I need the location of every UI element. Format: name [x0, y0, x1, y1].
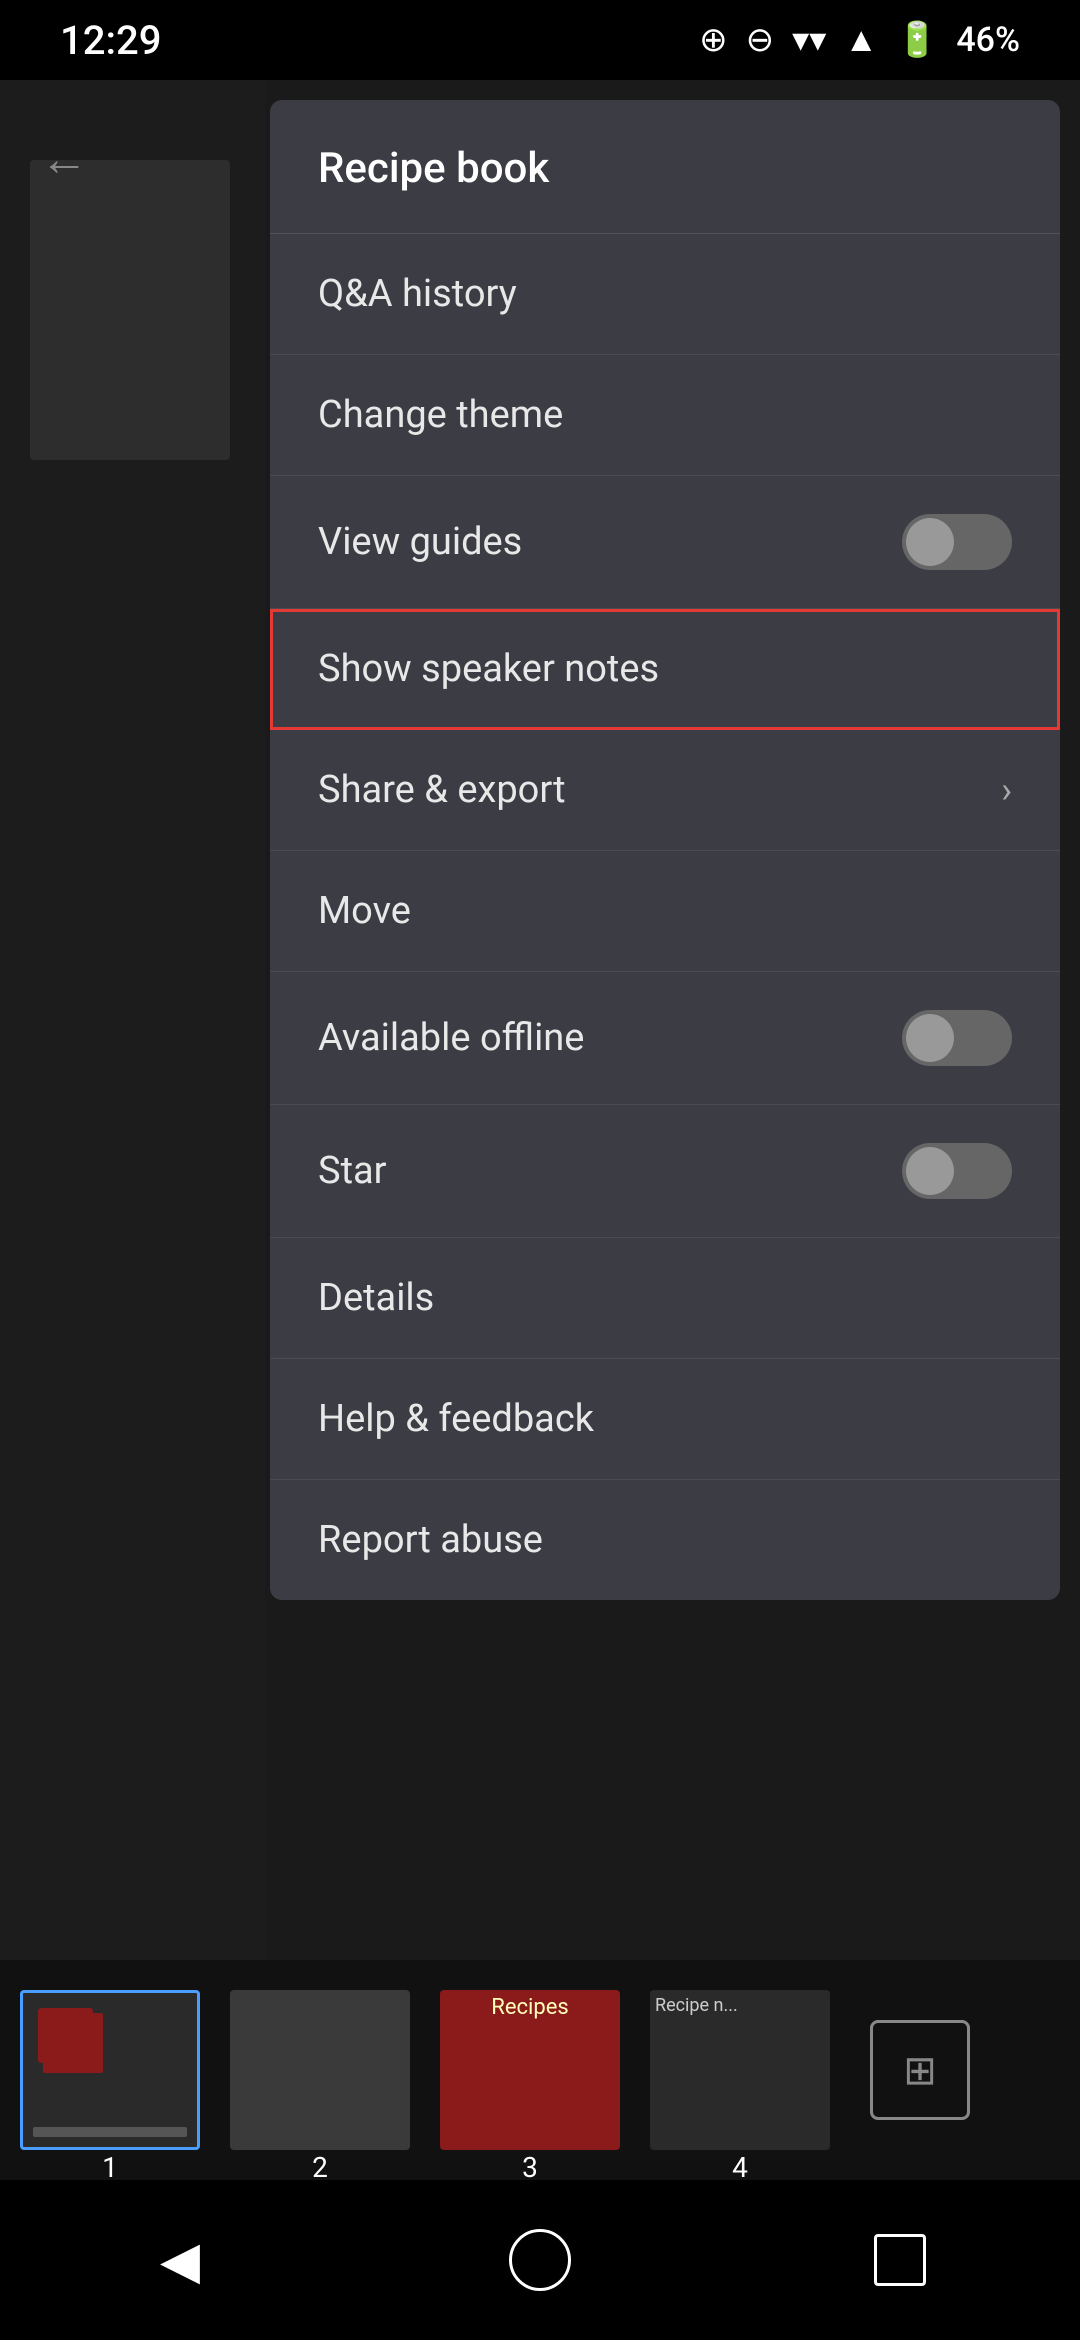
alarm-icon: ⊕ — [699, 20, 728, 60]
menu-item-show-speaker-notes[interactable]: Show speaker notes — [270, 609, 1060, 730]
add-slide-button[interactable]: ⊞ — [870, 2020, 970, 2120]
nav-back-button[interactable]: ◀ — [140, 2220, 220, 2300]
signal-icon: ▲ — [844, 20, 878, 60]
thumbnail-2[interactable] — [230, 1990, 410, 2150]
menu-item-view-guides[interactable]: View guides — [270, 476, 1060, 609]
menu-item-share-export[interactable]: Share & export › — [270, 730, 1060, 851]
menu-item-details[interactable]: Details — [270, 1238, 1060, 1359]
menu-item-label-report-abuse: Report abuse — [318, 1518, 543, 1562]
status-bar: 12:29 ⊕ ⊖ ▾▾ ▲ 🔋 46% — [0, 0, 1080, 80]
chevron-right-icon: › — [1001, 769, 1012, 811]
nav-home-icon — [509, 2229, 571, 2291]
wifi-icon: ▾▾ — [792, 20, 826, 60]
menu-item-qa-history[interactable]: Q&A history — [270, 234, 1060, 355]
menu-item-move[interactable]: Move — [270, 851, 1060, 972]
status-icons: ⊕ ⊖ ▾▾ ▲ 🔋 46% — [699, 20, 1020, 60]
slide-area — [0, 80, 265, 1960]
menu-header: Recipe book — [270, 100, 1060, 234]
menu-item-star[interactable]: Star — [270, 1105, 1060, 1238]
thumbnail-1[interactable] — [20, 1990, 200, 2150]
menu-item-label-change-theme: Change theme — [318, 393, 563, 437]
nav-home-button[interactable] — [500, 2220, 580, 2300]
battery-percentage: 46% — [956, 20, 1020, 60]
toggle-knob — [906, 518, 954, 566]
dnd-icon: ⊖ — [746, 20, 775, 60]
toggle-knob-star — [906, 1147, 954, 1195]
nav-recent-button[interactable] — [860, 2220, 940, 2300]
menu-item-available-offline[interactable]: Available offline — [270, 972, 1060, 1105]
menu-item-label-view-guides: View guides — [318, 520, 522, 564]
star-toggle[interactable] — [902, 1143, 1012, 1199]
menu-item-label-show-speaker-notes: Show speaker notes — [318, 647, 659, 691]
back-button[interactable]: ← — [40, 130, 88, 187]
menu-item-help-feedback[interactable]: Help & feedback — [270, 1359, 1060, 1480]
battery-icon: 🔋 — [896, 20, 938, 60]
status-time: 12:29 — [60, 17, 161, 64]
slide-preview — [30, 160, 230, 460]
thumbnail-4[interactable]: Recipe n... — [650, 1990, 830, 2150]
dropdown-menu: Recipe book Q&A history Change theme Vie… — [270, 100, 1060, 1600]
nav-recent-icon — [874, 2234, 926, 2286]
add-slide-icon: ⊞ — [903, 2047, 937, 2094]
menu-item-label-move: Move — [318, 889, 411, 933]
nav-bar: ◀ — [0, 2180, 1080, 2340]
thumbnail-strip: 1 2 Recipes 3 Recipe n... 4 ⊞ — [0, 1960, 1080, 2180]
toggle-knob-offline — [906, 1014, 954, 1062]
nav-back-icon: ◀ — [160, 2230, 200, 2291]
menu-item-label-star: Star — [318, 1149, 387, 1193]
view-guides-toggle[interactable] — [902, 514, 1012, 570]
menu-title: Recipe book — [318, 144, 549, 193]
menu-item-change-theme[interactable]: Change theme — [270, 355, 1060, 476]
available-offline-toggle[interactable] — [902, 1010, 1012, 1066]
menu-item-label-details: Details — [318, 1276, 434, 1320]
menu-item-report-abuse[interactable]: Report abuse — [270, 1480, 1060, 1600]
menu-item-label-share-export: Share & export — [318, 768, 566, 812]
menu-item-label-available-offline: Available offline — [318, 1016, 584, 1060]
menu-item-label-help-feedback: Help & feedback — [318, 1397, 594, 1441]
menu-item-label-qa-history: Q&A history — [318, 272, 517, 316]
thumbnail-3[interactable]: Recipes — [440, 1990, 620, 2150]
